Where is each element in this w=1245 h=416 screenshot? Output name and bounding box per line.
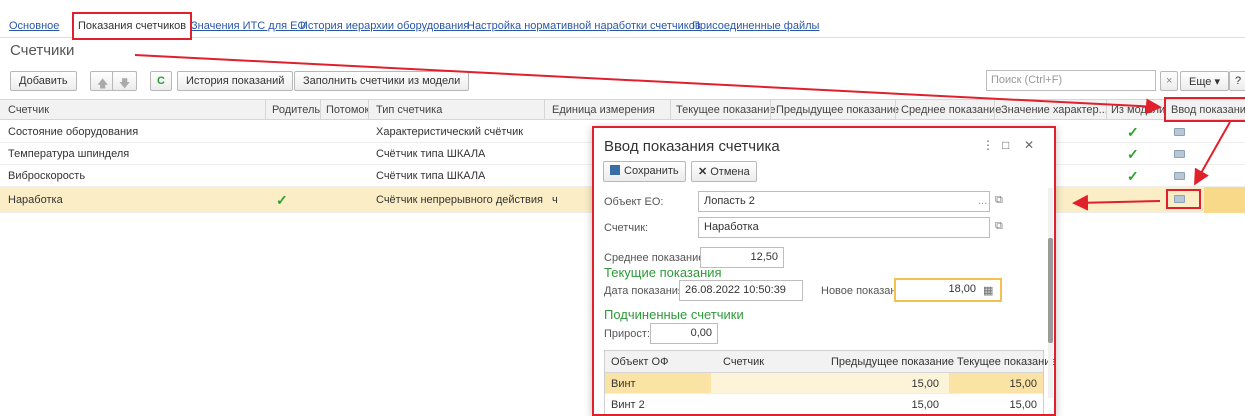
check-icon: ✓ — [1127, 168, 1139, 184]
sub-table-row[interactable]: Винт 15,00 15,00 — [605, 373, 1043, 394]
tab-norm-settings[interactable]: Настройка нормативной наработки счетчико… — [467, 20, 701, 32]
sub-table-row[interactable]: Винт 2 15,00 15,00 — [605, 394, 1043, 414]
clear-search-button[interactable]: × — [1160, 71, 1179, 91]
page-title: Счетчики — [10, 42, 75, 59]
date-label: Дата показания: — [604, 285, 687, 297]
save-icon — [610, 165, 620, 175]
col-average[interactable]: Среднее показание — [901, 104, 1001, 116]
col-child[interactable]: Потомок — [326, 104, 369, 116]
maximize-icon[interactable]: □ — [1002, 138, 1009, 152]
col-current[interactable]: Текущее показание — [676, 104, 776, 116]
sub-col-previous[interactable]: Предыдущее показание — [831, 356, 954, 368]
col-char-value[interactable]: Значение характер... — [1001, 104, 1108, 116]
search-input[interactable]: Поиск (Ctrl+F) — [986, 70, 1156, 91]
tab-main[interactable]: Основное — [9, 20, 59, 32]
row-type: Счётчик типа ШКАЛА — [376, 170, 486, 182]
dialog-title: Ввод показания счетчика — [604, 138, 780, 155]
col-unit[interactable]: Единица измерения — [552, 104, 655, 116]
row-name: Состояние оборудования — [8, 126, 139, 138]
add-button[interactable]: Добавить — [10, 71, 77, 91]
cancel-icon: ✕ — [698, 166, 708, 178]
history-button[interactable]: История показаний — [177, 71, 294, 91]
subordinate-table: Объект ОФ Счетчик Предыдущее показание Т… — [604, 350, 1054, 414]
check-icon: ✓ — [1127, 146, 1139, 162]
input-reading-icon[interactable] — [1174, 172, 1185, 180]
sub-row-prev: 15,00 — [911, 399, 939, 411]
check-icon: ✓ — [276, 192, 288, 208]
sub-col-current[interactable]: Текущее показание — [957, 356, 1054, 368]
sub-col-counter[interactable]: Счетчик — [723, 356, 764, 368]
menu-icon[interactable]: ⋮ — [982, 138, 994, 152]
col-type[interactable]: Тип счетчика — [376, 104, 442, 116]
col-counter[interactable]: Счетчик — [8, 104, 49, 116]
col-from-model[interactable]: Из модели — [1111, 104, 1165, 116]
row-unit: ч — [552, 194, 558, 206]
input-reading-dialog: Ввод показания счетчика ⋮ □ ✕ Сохранить … — [592, 126, 1056, 416]
row-name: Наработка — [8, 194, 63, 206]
increment-field: 0,00 — [650, 323, 718, 344]
select-dots-icon[interactable]: ... — [978, 195, 987, 207]
sub-table-header: Объект ОФ Счетчик Предыдущее показание Т… — [605, 351, 1054, 373]
current-readings-section: Текущие показания — [604, 265, 722, 280]
calculator-icon[interactable]: ▦ — [983, 284, 993, 297]
highlight-input-column — [1164, 97, 1245, 122]
fill-from-model-button[interactable]: Заполнить счетчики из модели — [294, 71, 470, 91]
sub-row-curr: 15,00 — [1009, 378, 1037, 390]
more-button[interactable]: Еще ▾ — [1180, 71, 1229, 91]
open-link-icon[interactable]: ⧉ — [995, 220, 1003, 233]
close-icon[interactable]: ✕ — [1024, 138, 1034, 152]
tab-meter-readings[interactable]: Показания счетчиков — [72, 12, 193, 40]
refresh-icon[interactable]: C — [150, 71, 172, 91]
sub-row-object: Винт — [611, 378, 636, 390]
tab-hierarchy-history[interactable]: История иерархии оборудования — [300, 20, 469, 32]
input-reading-icon[interactable] — [1174, 195, 1185, 203]
row-type: Счётчик непрерывного действия — [376, 194, 544, 206]
object-label: Объект ЕО: — [604, 196, 664, 208]
row-type: Характеристический счётчик — [376, 126, 524, 138]
subordinate-section: Подчиненные счетчики — [604, 307, 744, 322]
open-link-icon[interactable]: ⧉ — [995, 194, 1003, 207]
sub-row-object: Винт 2 — [611, 399, 645, 411]
save-button[interactable]: Сохранить — [603, 161, 686, 182]
check-icon: ✓ — [1127, 124, 1139, 140]
tab-its-values[interactable]: Значения ИТС для ЕО — [191, 20, 306, 32]
sub-row-prev: 15,00 — [911, 378, 939, 390]
avg-label: Среднее показание: — [604, 252, 708, 264]
tab-bar: Основное Показания счетчиков Значения ИТ… — [0, 0, 1245, 40]
object-field[interactable]: Лопасть 2 — [698, 191, 990, 212]
help-button[interactable]: ? — [1229, 71, 1245, 91]
col-previous[interactable]: Предыдущее показание — [776, 104, 899, 116]
input-reading-icon[interactable] — [1174, 128, 1185, 136]
row-type: Счётчик типа ШКАЛА — [376, 148, 486, 160]
sub-row-curr: 15,00 — [1009, 399, 1037, 411]
dialog-scrollbar-thumb[interactable] — [1048, 238, 1053, 343]
counter-label: Счетчик: — [604, 222, 649, 234]
counter-field[interactable]: Наработка — [698, 217, 990, 238]
table-header: Счетчик Родитель Потомок Тип счетчика Ед… — [0, 99, 1245, 120]
col-parent[interactable]: Родитель — [272, 104, 320, 116]
move-down-button[interactable]: 🡇 — [112, 71, 138, 91]
cancel-button[interactable]: ✕ Отмена — [691, 161, 757, 182]
increment-label: Прирост: — [604, 328, 650, 340]
row-name: Виброскорость — [8, 170, 86, 182]
input-reading-icon[interactable] — [1174, 150, 1185, 158]
sub-col-object[interactable]: Объект ОФ — [611, 356, 668, 368]
tab-attached-files[interactable]: Присоединенные файлы — [692, 20, 819, 32]
date-field[interactable]: 26.08.2022 10:50:39 — [679, 280, 803, 301]
row-name: Температура шпинделя — [8, 148, 130, 160]
